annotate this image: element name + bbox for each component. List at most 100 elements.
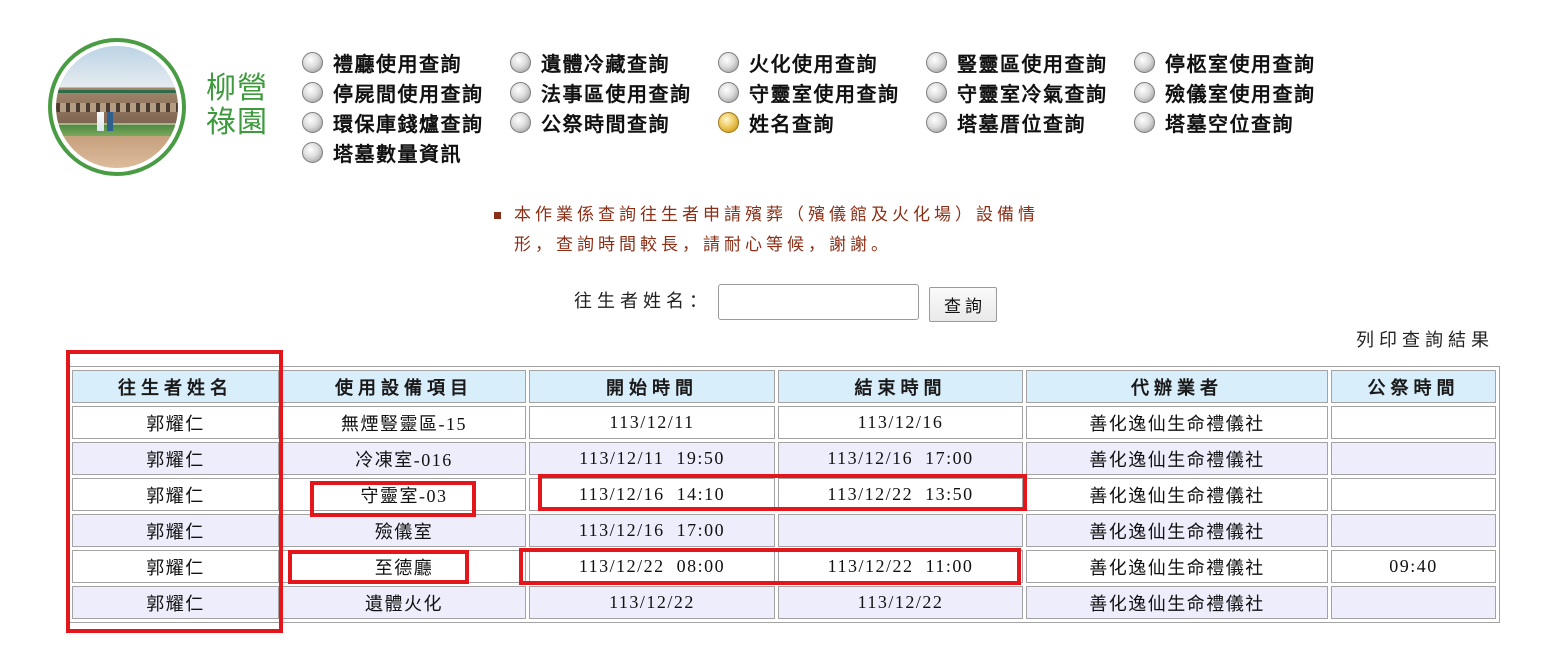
cell-start-time: 113/12/16 14:10 bbox=[529, 478, 775, 511]
cell-deceased-name: 郭耀仁 bbox=[72, 586, 279, 619]
cell-agent: 善化逸仙生命禮儀社 bbox=[1026, 406, 1328, 439]
radio-circle-icon bbox=[1134, 81, 1155, 103]
nav-item-vigil-room-ac[interactable]: 守靈室冷氣查詢 bbox=[925, 77, 1133, 107]
radio-circle-icon bbox=[926, 51, 947, 73]
nav-item-encoffining-room-usage[interactable]: 殮儀室使用查詢 bbox=[1133, 77, 1341, 107]
nav-item-columbarium-count[interactable]: 塔墓數量資訊 bbox=[301, 137, 509, 167]
header-end-time: 結束時間 bbox=[778, 370, 1023, 403]
nav-item-label: 殮儀室使用查詢 bbox=[1165, 83, 1316, 106]
radio-circle-icon bbox=[926, 111, 947, 133]
cell-equipment-item: 殮儀室 bbox=[282, 514, 526, 547]
query-nav: 禮廳使用查詢 遺體冷藏查詢 火化使用查詢 豎靈區使用查詢 停柩室使用查詢 停屍間… bbox=[301, 47, 1341, 167]
nav-item-label: 法事區使用查詢 bbox=[541, 83, 692, 106]
table-body: 郭耀仁 無煙豎靈區-15 113/12/11 113/12/16 善化逸仙生命禮儀社 郭耀… bbox=[72, 406, 1496, 619]
nav-item-columbarium-slot[interactable]: 塔墓厝位查詢 bbox=[925, 107, 1133, 137]
cell-start-time: 113/12/22 08:00 bbox=[529, 550, 775, 583]
radio-circle-icon bbox=[302, 111, 323, 133]
table-row: 郭耀仁 冷凍室-016 113/12/11 19:50 113/12/16 17:00… bbox=[72, 442, 1496, 475]
nav-item-cremation-usage[interactable]: 火化使用查詢 bbox=[717, 47, 925, 77]
cell-start-time: 113/12/16 17:00 bbox=[529, 514, 775, 547]
nav-item-label: 豎靈區使用查詢 bbox=[957, 53, 1108, 76]
nav-item-coffin-room-usage[interactable]: 停柩室使用查詢 bbox=[1133, 47, 1341, 77]
nav-item-label: 火化使用查詢 bbox=[749, 53, 878, 76]
radio-circle-icon bbox=[302, 81, 323, 103]
nav-item-vigil-room-usage[interactable]: 守靈室使用查詢 bbox=[717, 77, 925, 107]
table-header: 往生者姓名 使用設備項目 開始時間 結束時間 代辦業者 公祭時間 bbox=[72, 370, 1496, 403]
cell-agent: 善化逸仙生命禮儀社 bbox=[1026, 442, 1328, 475]
cell-agent: 善化逸仙生命禮儀社 bbox=[1026, 586, 1328, 619]
nav-item-label: 遺體冷藏查詢 bbox=[541, 53, 670, 76]
cell-memorial-time bbox=[1331, 586, 1496, 619]
radio-circle-icon bbox=[1134, 51, 1155, 73]
radio-circle-icon bbox=[302, 141, 323, 163]
cell-memorial-time bbox=[1331, 442, 1496, 475]
building-photo-logo-icon bbox=[56, 46, 178, 168]
nav-item-label: 停柩室使用查詢 bbox=[1165, 53, 1316, 76]
radio-circle-icon bbox=[510, 81, 531, 103]
cell-start-time: 113/12/11 19:50 bbox=[529, 442, 775, 475]
cell-deceased-name: 郭耀仁 bbox=[72, 442, 279, 475]
cell-equipment-item: 遺體火化 bbox=[282, 586, 526, 619]
cell-end-time: 113/12/22 bbox=[778, 586, 1023, 619]
notice: 本作業係查詢往生者申請殯葬（殯儀館及火化場）設備情 形，查詢時間較長，請耐心等候… bbox=[494, 200, 1039, 260]
radio-circle-icon bbox=[510, 51, 531, 73]
site-logo[interactable] bbox=[48, 38, 186, 176]
deceased-name-label: 往生者姓名： bbox=[574, 291, 712, 311]
radio-circle-icon bbox=[510, 111, 531, 133]
radio-circle-icon bbox=[926, 81, 947, 103]
cell-memorial-time bbox=[1331, 406, 1496, 439]
nav-item-label: 塔墓數量資訊 bbox=[333, 143, 462, 166]
cell-memorial-time bbox=[1331, 514, 1496, 547]
cell-start-time: 113/12/22 bbox=[529, 586, 775, 619]
nav-item-spirit-area-usage[interactable]: 豎靈區使用查詢 bbox=[925, 47, 1133, 77]
nav-item-label: 姓名查詢 bbox=[749, 113, 835, 136]
nav-item-memorial-time[interactable]: 公祭時間查詢 bbox=[509, 107, 717, 137]
cell-equipment-item: 守靈室-03 bbox=[282, 478, 526, 511]
cell-agent: 善化逸仙生命禮儀社 bbox=[1026, 478, 1328, 511]
cell-end-time: 113/12/16 bbox=[778, 406, 1023, 439]
cell-end-time: 113/12/16 17:00 bbox=[778, 442, 1023, 475]
print-results-link[interactable]: 列印查詢結果 bbox=[1356, 328, 1494, 352]
cell-end-time: 113/12/22 13:50 bbox=[778, 478, 1023, 511]
nav-item-name-search[interactable]: 姓名查詢 bbox=[717, 107, 925, 137]
nav-item-body-refrigeration[interactable]: 遺體冷藏查詢 bbox=[509, 47, 717, 77]
header-memorial-time: 公祭時間 bbox=[1331, 370, 1496, 403]
search-button[interactable]: 查詢 bbox=[929, 287, 997, 322]
header-start-time: 開始時間 bbox=[529, 370, 775, 403]
cell-end-time bbox=[778, 514, 1023, 547]
radio-circle-icon bbox=[718, 81, 739, 103]
radio-circle-icon bbox=[718, 51, 739, 73]
cell-deceased-name: 郭耀仁 bbox=[72, 514, 279, 547]
header-agent: 代辦業者 bbox=[1026, 370, 1328, 403]
nav-item-label: 禮廳使用查詢 bbox=[333, 53, 462, 76]
nav-item-morgue-usage[interactable]: 停屍間使用查詢 bbox=[301, 77, 509, 107]
cell-deceased-name: 郭耀仁 bbox=[72, 406, 279, 439]
header-deceased-name: 往生者姓名 bbox=[72, 370, 279, 403]
nav-item-label: 守靈室使用查詢 bbox=[749, 83, 900, 106]
nav-item-columbarium-vacancy[interactable]: 塔墓空位查詢 bbox=[1133, 107, 1341, 137]
table-row: 郭耀仁 無煙豎靈區-15 113/12/11 113/12/16 善化逸仙生命禮儀社 bbox=[72, 406, 1496, 439]
deceased-name-input[interactable] bbox=[718, 284, 919, 320]
cell-agent: 善化逸仙生命禮儀社 bbox=[1026, 550, 1328, 583]
table-header-row: 往生者姓名 使用設備項目 開始時間 結束時間 代辦業者 公祭時間 bbox=[72, 370, 1496, 403]
table-row: 郭耀仁 守靈室-03 113/12/16 14:10 113/12/22 13:50 善… bbox=[72, 478, 1496, 511]
cell-end-time: 113/12/22 11:00 bbox=[778, 550, 1023, 583]
nav-item-eco-incinerator[interactable]: 環保庫錢爐查詢 bbox=[301, 107, 509, 137]
nav-item-label: 塔墓空位查詢 bbox=[1165, 113, 1294, 136]
radio-circle-icon bbox=[718, 111, 739, 133]
cell-equipment-item: 冷凍室-016 bbox=[282, 442, 526, 475]
brand-line-2: 祿園 bbox=[206, 106, 268, 139]
cell-memorial-time bbox=[1331, 478, 1496, 511]
table-row: 郭耀仁 遺體火化 113/12/22 113/12/22 善化逸仙生命禮儀社 bbox=[72, 586, 1496, 619]
nav-item-label: 停屍間使用查詢 bbox=[333, 83, 484, 106]
nav-item-label: 環保庫錢爐查詢 bbox=[333, 113, 484, 136]
cell-memorial-time: 09:40 bbox=[1331, 550, 1496, 583]
nav-item-hall-usage[interactable]: 禮廳使用查詢 bbox=[301, 47, 509, 77]
nav-item-label: 公祭時間查詢 bbox=[541, 113, 670, 136]
cell-equipment-item: 無煙豎靈區-15 bbox=[282, 406, 526, 439]
nav-item-ritual-area-usage[interactable]: 法事區使用查詢 bbox=[509, 77, 717, 107]
cell-equipment-item: 至德廳 bbox=[282, 550, 526, 583]
notice-line-2: 形，查詢時間較長，請耐心等候，謝謝。 bbox=[514, 235, 892, 254]
radio-circle-icon bbox=[302, 51, 323, 73]
header-equipment-item: 使用設備項目 bbox=[282, 370, 526, 403]
